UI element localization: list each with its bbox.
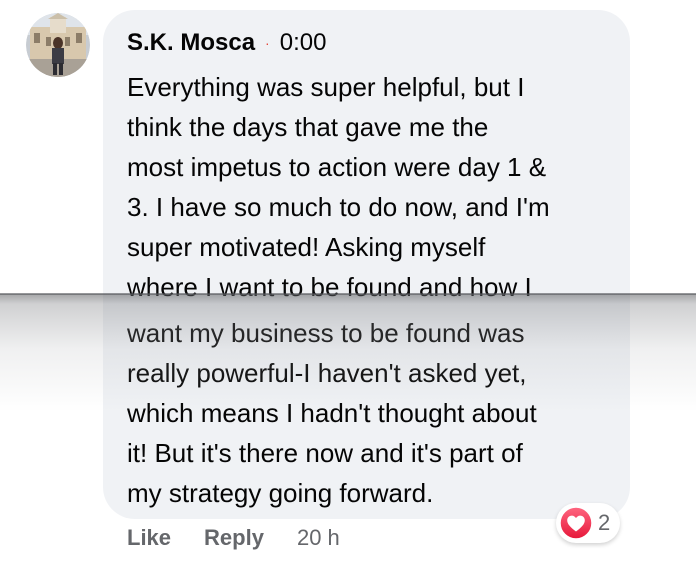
- separator-dot: ·: [265, 35, 270, 51]
- comment-age[interactable]: 20 h: [297, 525, 340, 551]
- comment-line: my strategy going forward.: [127, 478, 434, 508]
- reaction-count: 2: [598, 510, 611, 535]
- comment-actions: Like Reply 20 h: [127, 525, 340, 551]
- comment-line: think the days that gave me the: [127, 112, 489, 142]
- comment-line: Everything was super helpful, but I: [127, 72, 525, 102]
- comment-body: Everything was super helpful, but I thin…: [127, 67, 619, 513]
- heart-icon: [559, 506, 593, 540]
- comment-bubble: S.K. Mosca · 0:00 Everything was super h…: [103, 10, 630, 519]
- comment-line: most impetus to action were day 1 &: [127, 152, 547, 182]
- comment-line: it! But it's there now and it's part of: [127, 438, 523, 468]
- avatar[interactable]: [26, 13, 90, 77]
- comment-header: S.K. Mosca · 0:00: [127, 28, 326, 58]
- reply-button[interactable]: Reply: [204, 525, 264, 551]
- comment-line: super motivated! Asking myself: [127, 232, 486, 262]
- comment-line: where I want to be found and how I: [127, 272, 532, 302]
- comment-timestamp: 0:00: [279, 29, 327, 56]
- comment-line: 3. I have so much to do now, and I'm: [127, 192, 550, 222]
- comment-line: want my business to be found was: [127, 318, 525, 348]
- author-name[interactable]: S.K. Mosca: [127, 29, 255, 57]
- reaction-badge[interactable]: 2: [556, 503, 621, 543]
- comment-line: which means I hadn't thought about: [127, 398, 537, 428]
- avatar-photo: [26, 13, 90, 77]
- like-button[interactable]: Like: [127, 525, 171, 551]
- comment-line: really powerful-I haven't asked yet,: [127, 358, 527, 388]
